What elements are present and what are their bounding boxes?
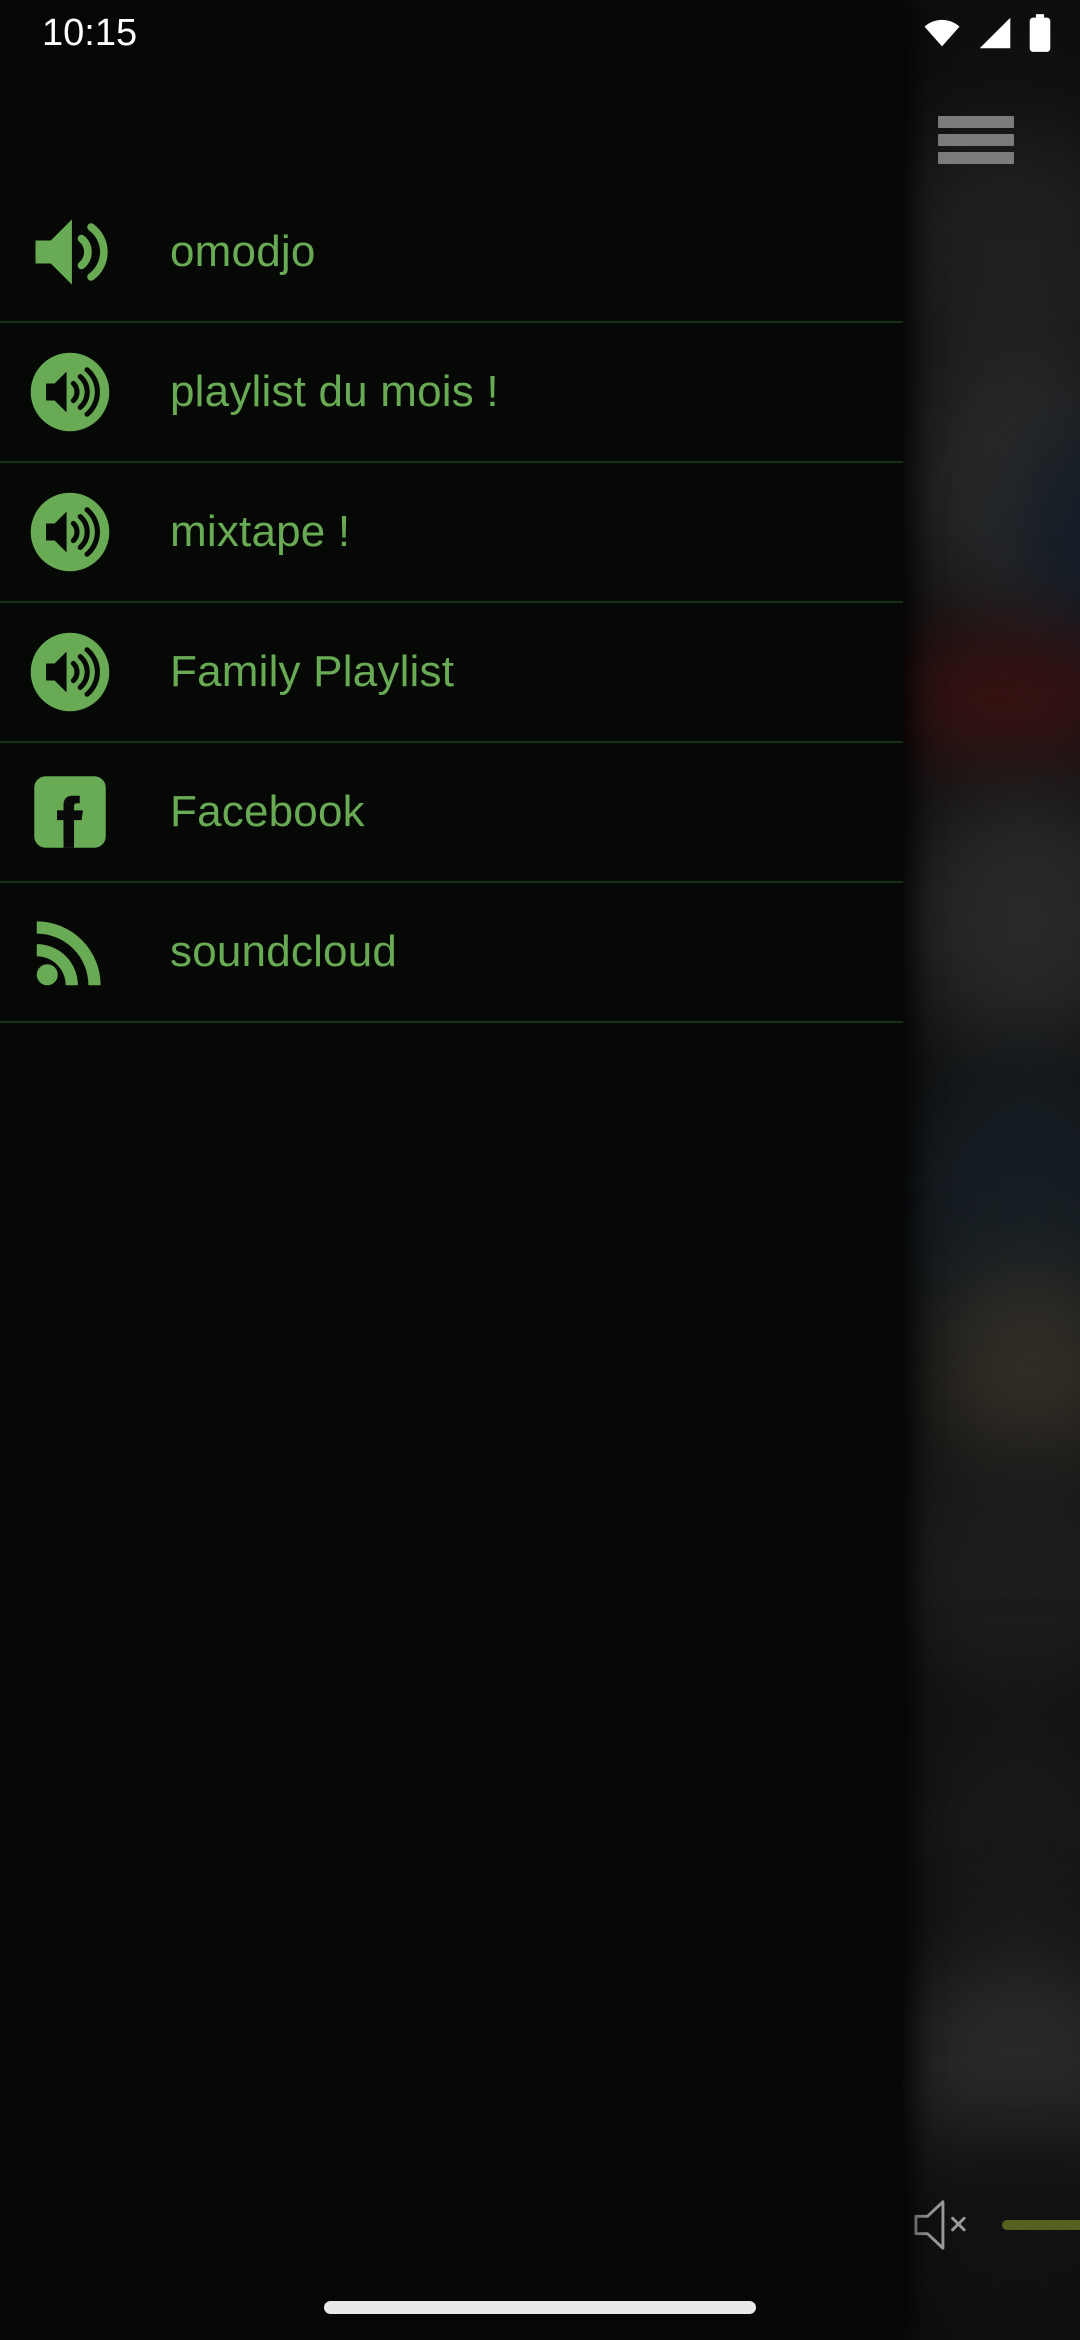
- drawer-item-playlist-du-mois[interactable]: playlist du mois !: [0, 323, 903, 463]
- battery-icon: [1029, 14, 1051, 52]
- speaker-circle-icon: [0, 462, 140, 602]
- drawer-item-label: mixtape !: [170, 507, 351, 556]
- hamburger-bar-middle: [938, 134, 1014, 146]
- drawer-item-facebook[interactable]: Facebook: [0, 743, 903, 883]
- speaker-circle-icon: [0, 322, 140, 462]
- status-bar-icons: [922, 14, 1052, 52]
- phone-screen: omodjo playlist du mois ! mixtape ! Fami…: [0, 0, 1080, 2340]
- wifi-icon: [924, 19, 960, 47]
- volume-slider[interactable]: [1002, 2220, 1080, 2230]
- speaker-volume-icon: [0, 182, 140, 322]
- speaker-circle-icon: [0, 602, 140, 742]
- drawer-item-family-playlist[interactable]: Family Playlist: [0, 603, 903, 743]
- drawer-item-label: playlist du mois !: [170, 367, 499, 416]
- drawer-item-soundcloud[interactable]: soundcloud: [0, 883, 903, 1023]
- drawer-item-list: omodjo playlist du mois ! mixtape ! Fami…: [0, 183, 903, 1023]
- facebook-icon: [0, 742, 140, 882]
- cellular-signal-icon: [979, 17, 1011, 49]
- drawer-item-omodjo[interactable]: omodjo: [0, 183, 903, 323]
- hamburger-bar-bottom: [938, 152, 1014, 164]
- volume-control-row: [910, 2190, 1080, 2260]
- speaker-muted-icon[interactable]: [910, 2197, 972, 2253]
- hamburger-bar-top: [938, 116, 1014, 128]
- status-bar: 10:15: [0, 0, 1080, 66]
- drawer-item-label: Family Playlist: [170, 647, 455, 696]
- gesture-navigation-pill[interactable]: [324, 2301, 756, 2314]
- drawer-item-label: Facebook: [170, 787, 365, 836]
- drawer-item-label: soundcloud: [170, 927, 398, 976]
- status-bar-clock: 10:15: [42, 12, 138, 54]
- hamburger-menu-icon[interactable]: [938, 112, 1014, 168]
- rss-feed-icon: [0, 882, 140, 1022]
- drawer-item-mixtape[interactable]: mixtape !: [0, 463, 903, 603]
- drawer-item-label: omodjo: [170, 227, 316, 276]
- navigation-drawer: omodjo playlist du mois ! mixtape ! Fami…: [0, 0, 903, 2340]
